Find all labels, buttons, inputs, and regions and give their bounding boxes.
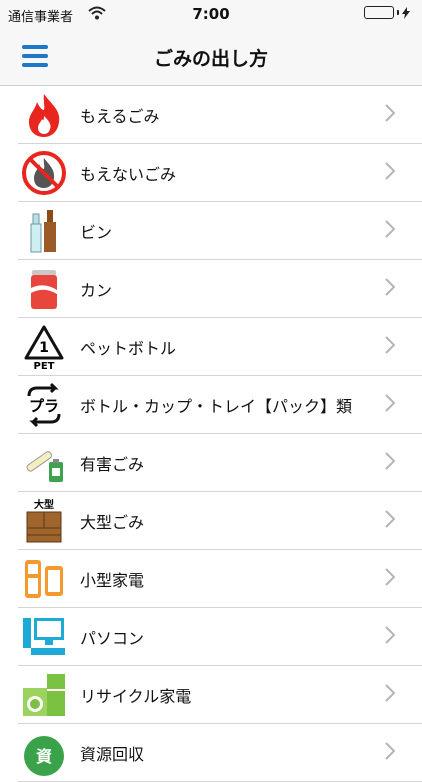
list-item-label: カン (80, 281, 113, 300)
chevron-right-icon (384, 683, 406, 707)
garbage-category-list: もえるごみ もえないごみ ビン カン 1 PET ペットボトル プラ ボトル・カ… (0, 86, 422, 782)
battery-icon (364, 6, 410, 19)
svg-text:PET: PET (34, 361, 55, 370)
list-item-oversized[interactable]: 大型 大型ごみ (0, 492, 422, 550)
list-item-label: 有害ごみ (80, 455, 145, 474)
list-item-label: ボトル・カップ・トレイ【パック】類 (80, 397, 353, 416)
no-burn-icon (20, 149, 68, 197)
small-appliance-icon (20, 555, 68, 603)
computer-icon (20, 613, 68, 661)
list-item-label: リサイクル家電 (80, 687, 192, 706)
status-bar: 通信事業者 7:00 (0, 0, 422, 28)
list-item-label: ビン (80, 223, 113, 242)
recycle-appliance-icon (20, 671, 68, 719)
list-item-label: 小型家電 (80, 571, 145, 590)
chevron-right-icon (384, 509, 406, 533)
chevron-right-icon (384, 161, 406, 185)
large-furniture-icon-text: 大型 (34, 498, 54, 511)
pet-recycle-icon: 1 PET (20, 323, 68, 371)
list-item-label: 資源回収 (80, 745, 145, 764)
resource-icon: 資 (20, 729, 68, 777)
chevron-right-icon (384, 219, 406, 243)
chevron-right-icon (384, 335, 406, 359)
list-item-recycle-appliances[interactable]: リサイクル家電 (0, 666, 422, 724)
svg-text:1: 1 (39, 340, 49, 356)
clock: 7:00 (192, 5, 230, 23)
svg-text:プラ: プラ (29, 397, 59, 415)
flame-icon (20, 91, 68, 139)
chevron-right-icon (384, 393, 406, 417)
charging-icon (402, 6, 410, 19)
chevron-right-icon (384, 451, 406, 475)
list-item-label: ペットボトル (80, 339, 177, 358)
list-item-label: パソコン (80, 629, 145, 648)
bottle-icon (20, 207, 68, 255)
list-item-computers[interactable]: パソコン (0, 608, 422, 666)
list-item-label: もえないごみ (80, 165, 177, 184)
hazardous-icon (20, 439, 68, 487)
list-item-burnable[interactable]: もえるごみ (0, 86, 422, 144)
list-item-label: もえるごみ (80, 107, 160, 126)
navigation-bar: ごみの出し方 (0, 28, 422, 86)
chevron-right-icon (384, 625, 406, 649)
list-item-small-appliances[interactable]: 小型家電 (0, 550, 422, 608)
chevron-right-icon (384, 567, 406, 591)
chevron-right-icon (384, 103, 406, 127)
page-title: ごみの出し方 (153, 48, 268, 70)
list-item-pet-bottles[interactable]: 1 PET ペットボトル (0, 318, 422, 376)
list-item-plastic-packs[interactable]: プラ ボトル・カップ・トレイ【パック】類 (0, 376, 422, 434)
chevron-right-icon (384, 277, 406, 301)
list-item-resource-collection[interactable]: 資 資源回収 (0, 724, 422, 782)
large-furniture-icon: 大型 (20, 497, 68, 545)
list-item-label: 大型ごみ (80, 513, 145, 532)
chevron-right-icon (384, 741, 406, 765)
list-item-cans[interactable]: カン (0, 260, 422, 318)
list-item-hazardous[interactable]: 有害ごみ (0, 434, 422, 492)
plastic-recycle-icon: プラ (20, 381, 68, 429)
list-item-bottles[interactable]: ビン (0, 202, 422, 260)
can-icon (20, 265, 68, 313)
list-item-non-burnable[interactable]: もえないごみ (0, 144, 422, 202)
